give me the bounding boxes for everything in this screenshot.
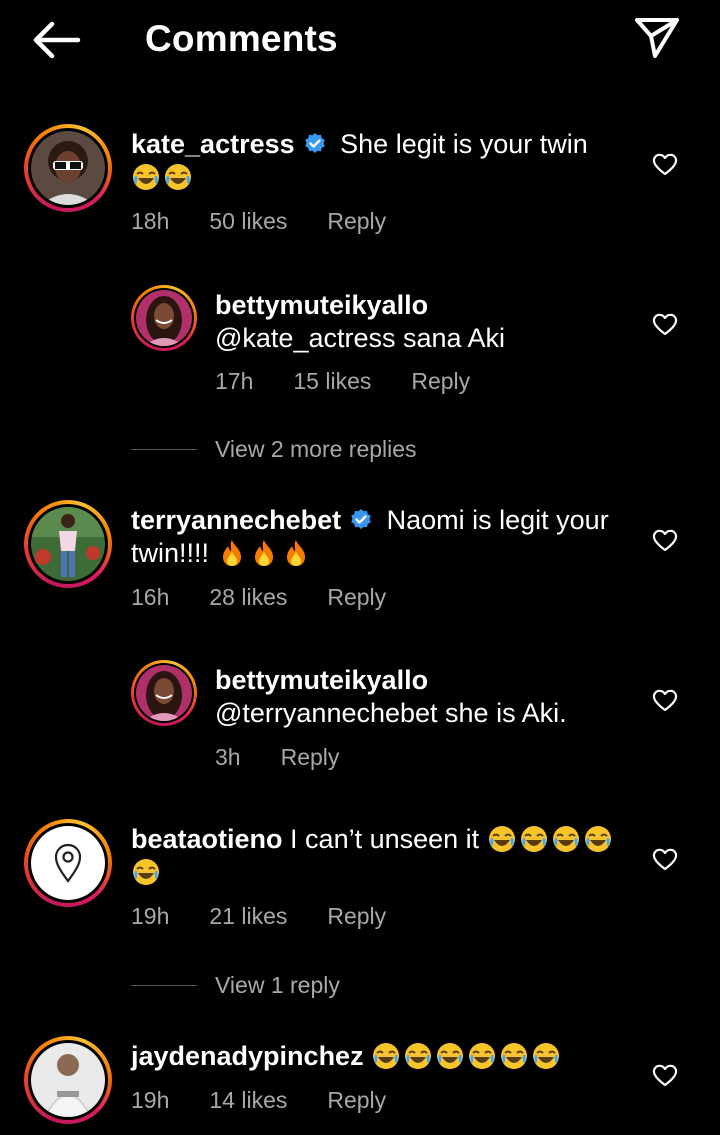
- comment-meta: 17h 15 likes Reply: [215, 368, 510, 395]
- reply-button[interactable]: Reply: [281, 744, 340, 771]
- comment-text: bettymuteikyallo @terryannechebet she is…: [215, 664, 625, 730]
- reply-button[interactable]: Reply: [411, 368, 470, 395]
- reply-button[interactable]: Reply: [327, 208, 386, 235]
- comment-username[interactable]: terryannechebet: [131, 505, 341, 535]
- heart-icon[interactable]: [652, 1063, 678, 1087]
- comment-time: 16h: [131, 584, 170, 610]
- avatar-photo: [31, 131, 105, 205]
- comment-text: kate_actress She legit is your twin: [131, 128, 631, 194]
- comment-meta: 19h 21 likes Reply: [131, 903, 426, 930]
- avatar[interactable]: [24, 819, 112, 907]
- heart-icon[interactable]: [652, 688, 678, 712]
- verified-badge-icon: [304, 133, 325, 153]
- divider: [131, 985, 197, 986]
- comment-likes[interactable]: 14 likes: [209, 1087, 287, 1114]
- comment-likes[interactable]: 21 likes: [209, 903, 287, 930]
- comment-text: jaydenadypinchez: [131, 1040, 631, 1073]
- avatar[interactable]: [131, 285, 197, 351]
- view-more-label: View 2 more replies: [215, 436, 417, 462]
- comment-text: bettymuteikyallo @kate_actress sana Aki: [215, 289, 625, 355]
- comment-time: 3h: [215, 744, 241, 770]
- view-more-replies[interactable]: View 2 more replies: [131, 436, 417, 463]
- comment-time: 17h: [215, 368, 254, 394]
- comment-meta: 18h 50 likes Reply: [131, 208, 426, 235]
- comment-username[interactable]: bettymuteikyallo: [215, 290, 428, 320]
- avatar-photo: [136, 290, 192, 346]
- avatar[interactable]: [24, 1036, 112, 1124]
- back-arrow-icon[interactable]: [30, 20, 82, 60]
- avatar[interactable]: [24, 500, 112, 588]
- comment-time: 19h: [131, 1087, 170, 1113]
- comment-body: @kate_actress sana Aki: [215, 323, 506, 353]
- reply-button[interactable]: Reply: [327, 1087, 386, 1114]
- comment-body: I can’t unseen it: [290, 824, 480, 854]
- laughing-emoji-icon: [131, 162, 195, 192]
- location-pin-icon: [54, 843, 82, 883]
- fire-emoji-icon: [217, 538, 313, 568]
- avatar-photo: [31, 507, 105, 581]
- comment-username[interactable]: bettymuteikyallo: [215, 665, 428, 695]
- comment-username[interactable]: beataotieno: [131, 824, 283, 854]
- verified-badge-icon: [351, 509, 371, 529]
- avatar[interactable]: [131, 660, 197, 726]
- comment-username[interactable]: jaydenadypinchez: [131, 1041, 364, 1071]
- heart-icon[interactable]: [652, 152, 678, 176]
- page-title: Comments: [145, 18, 338, 59]
- avatar[interactable]: [24, 124, 112, 212]
- comment-text: terryannechebet Naomi is legit your twin…: [131, 504, 631, 570]
- comment-username[interactable]: kate_actress: [131, 129, 295, 159]
- comment-likes[interactable]: 15 likes: [293, 368, 371, 395]
- comment-time: 19h: [131, 903, 170, 929]
- reply-button[interactable]: Reply: [327, 903, 386, 930]
- view-more-label: View 1 reply: [215, 972, 340, 998]
- comment-text: beataotieno I can’t unseen it: [131, 823, 631, 889]
- divider: [131, 449, 197, 450]
- comment-meta: 19h 14 likes Reply: [131, 1087, 426, 1114]
- comment-body: She legit is your twin: [340, 129, 588, 159]
- comment-meta: 3h Reply: [215, 744, 379, 771]
- comment-likes[interactable]: 50 likes: [209, 208, 287, 235]
- avatar-photo: [31, 826, 105, 900]
- avatar-photo: [136, 665, 192, 721]
- heart-icon[interactable]: [652, 528, 678, 552]
- heart-icon[interactable]: [652, 312, 678, 336]
- comment-time: 18h: [131, 208, 170, 234]
- heart-icon[interactable]: [652, 847, 678, 871]
- laughing-emoji-icon: [371, 1041, 563, 1071]
- comment-likes[interactable]: 28 likes: [209, 584, 287, 611]
- send-icon[interactable]: [633, 16, 681, 60]
- comment-body: @terryannechebet she is Aki.: [215, 698, 567, 728]
- view-more-replies[interactable]: View 1 reply: [131, 972, 340, 999]
- comment-meta: 16h 28 likes Reply: [131, 584, 426, 611]
- avatar-photo: [31, 1043, 105, 1117]
- reply-button[interactable]: Reply: [327, 584, 386, 611]
